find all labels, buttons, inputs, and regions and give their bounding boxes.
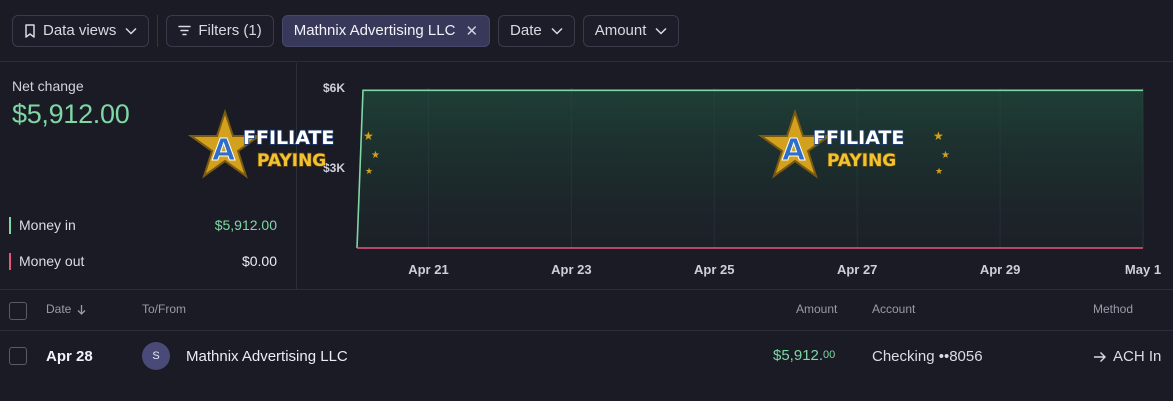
- date-filter-button[interactable]: Date: [498, 14, 575, 47]
- chevron-down-icon: [125, 27, 137, 35]
- chart-x-tick-label: Apr 21: [408, 262, 448, 277]
- arrow-right-icon: [1093, 351, 1107, 363]
- account-column-header[interactable]: Account: [872, 302, 915, 316]
- watermark-small-star: ★: [941, 150, 950, 161]
- watermark-mark: A: [212, 133, 236, 168]
- watermark-mark: A: [782, 133, 806, 168]
- watermark-small-star: ★: [363, 129, 374, 143]
- row-amount: $5,912.00: [773, 347, 835, 364]
- chart-y-tick-label: $6K: [323, 81, 345, 95]
- watermark-small-star: ★: [371, 150, 380, 161]
- filter-toolbar: Data views Filters (1) Mathnix Advertisi…: [0, 0, 1173, 62]
- watermark-small-star: ★: [935, 166, 943, 176]
- watermark-line2: PAYING: [827, 151, 896, 171]
- date-column-header[interactable]: Date: [46, 302, 86, 316]
- chevron-down-icon: [551, 27, 563, 35]
- select-all-checkbox[interactable]: [9, 302, 27, 320]
- money-in-swatch: [9, 216, 11, 234]
- chart-x-tick-label: Apr 23: [551, 262, 591, 277]
- net-change-chart: Apr 21 Apr 23 Apr 25 Apr 27 Apr 29 May 1 $6K $3…: [296, 63, 1173, 289]
- data-views-button[interactable]: Data views: [12, 14, 150, 47]
- money-out-swatch: [9, 252, 11, 270]
- toolbar-divider: [157, 14, 159, 47]
- row-date: Apr 28: [46, 348, 93, 365]
- active-filter-chip[interactable]: Mathnix Advertising LLC ✕: [281, 14, 491, 47]
- row-amount-cents: 00: [823, 349, 836, 361]
- net-change-label: Net change: [12, 78, 84, 94]
- chart-svg: Apr 21 Apr 23 Apr 25 Apr 27 Apr 29 May 1$6K$3…: [323, 81, 1161, 277]
- watermark-line1: FFILIATE: [813, 127, 904, 149]
- watermark-small-star: ★: [365, 166, 373, 176]
- data-views-label: Data views: [43, 22, 117, 39]
- filters-button[interactable]: Filters (1): [166, 14, 274, 47]
- transactions-table-header: Date To/From Amount Account Method: [0, 289, 1173, 331]
- row-method: ACH In: [1093, 348, 1161, 365]
- money-in-label: Money in: [19, 217, 76, 233]
- row-method-label: ACH In: [1113, 348, 1162, 365]
- amount-filter-button[interactable]: Amount: [582, 14, 680, 47]
- watermark-logo: A FFILIATE PAYING ★ ★ ★: [757, 108, 950, 179]
- money-in-row: Money in $5,912.00: [9, 215, 277, 235]
- money-out-row: Money out $0.00: [9, 251, 277, 271]
- money-out-value: $0.00: [241, 253, 277, 269]
- active-filter-label: Mathnix Advertising LLC: [293, 22, 456, 39]
- method-column-header[interactable]: Method: [1093, 302, 1133, 316]
- row-checkbox[interactable]: [9, 347, 27, 365]
- amount-column-header[interactable]: Amount: [796, 302, 837, 316]
- filters-label: Filters (1): [198, 22, 262, 39]
- sort-arrow-down-icon: [77, 304, 86, 315]
- row-counterparty[interactable]: Mathnix Advertising LLC: [186, 348, 348, 365]
- watermark-line1: FFILIATE: [243, 127, 334, 149]
- money-in-value: $5,912.00: [214, 217, 277, 233]
- row-amount-main: $5,912.: [773, 347, 824, 364]
- close-icon[interactable]: ✕: [465, 22, 478, 40]
- chevron-down-icon: [655, 27, 667, 35]
- date-filter-label: Date: [510, 22, 542, 39]
- table-row[interactable]: Apr 28 S Mathnix Advertising LLC $5,912.…: [0, 331, 1173, 381]
- money-out-label: Money out: [19, 253, 85, 269]
- chart-x-tick-label: Apr 29: [980, 262, 1020, 277]
- chart-x-tick-label: May 1: [1125, 262, 1161, 277]
- filter-icon: [178, 25, 192, 36]
- chart-x-tick-label: Apr 27: [837, 262, 877, 277]
- watermark-small-star: ★: [933, 129, 944, 143]
- bookmark-icon: [24, 23, 36, 38]
- watermark-line2: PAYING: [257, 151, 326, 171]
- watermark-logo: A FFILIATE PAYING ★ ★ ★: [187, 108, 380, 179]
- to-from-column-header[interactable]: To/From: [142, 302, 186, 316]
- date-header-label: Date: [46, 302, 72, 316]
- amount-filter-label: Amount: [594, 22, 647, 39]
- avatar: S: [142, 342, 170, 370]
- chart-x-tick-label: Apr 25: [694, 262, 734, 277]
- chart-money-in-area: [357, 90, 1143, 248]
- net-change-value: $5,912.00: [12, 99, 130, 129]
- row-account: Checking ••8056: [872, 348, 983, 365]
